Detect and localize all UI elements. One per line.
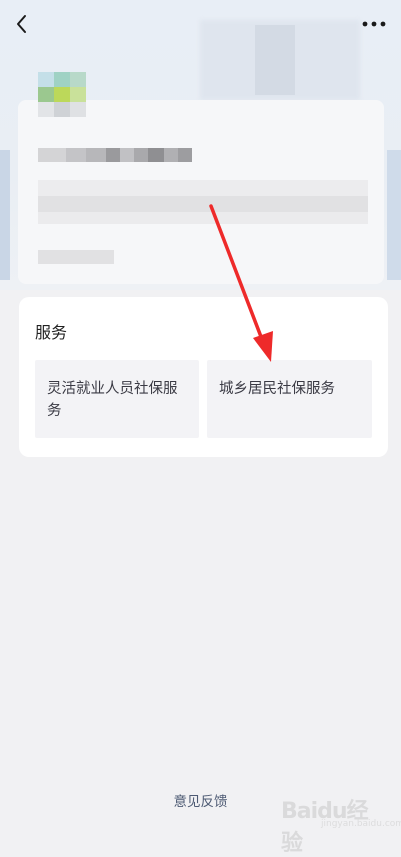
service-item-label: 灵活就业人员社保服务 [47,381,178,419]
baidu-jingyan-watermark: Baidu经验 jingyan.baidu.com [281,793,401,856]
flexible-employment-social-security-button[interactable]: 灵活就业人员社保服务 [35,360,199,438]
blurred-info [38,180,368,228]
background-edge [387,150,401,280]
top-navigation-bar [0,0,401,48]
service-section-title: 服务 [35,323,68,342]
user-profile-card [18,72,384,284]
service-card: 服务 灵活就业人员社保服务 城乡居民社保服务 [19,297,388,457]
urban-rural-resident-social-security-button[interactable]: 城乡居民社保服务 [207,360,372,438]
watermark-subtext: jingyan.baidu.com [321,819,401,829]
more-dots-icon [362,21,386,27]
service-item-label: 城乡居民社保服务 [219,381,335,397]
background-edge [0,150,10,280]
blurred-id [38,250,114,266]
blurred-name [38,148,198,164]
avatar [38,72,86,130]
chevron-left-icon [17,15,26,33]
more-options-button[interactable] [361,12,387,36]
back-button[interactable] [10,12,34,36]
